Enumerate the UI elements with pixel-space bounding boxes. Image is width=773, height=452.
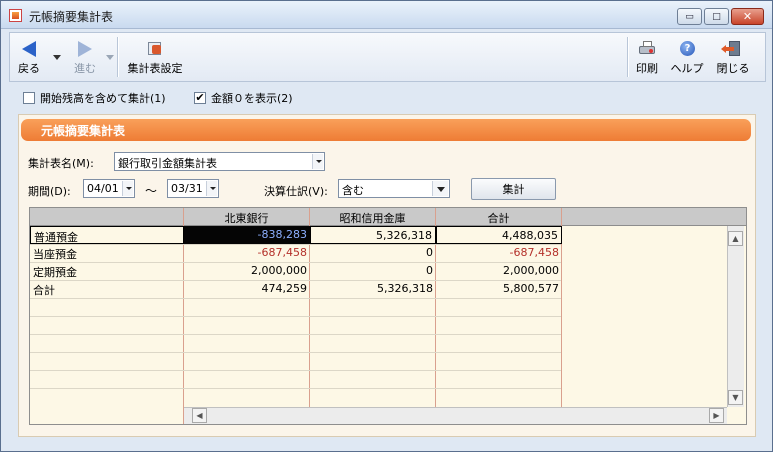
scroll-left-icon[interactable]: ◀ (192, 408, 207, 423)
close-label: 閉じる (716, 62, 750, 75)
close-window-button[interactable]: ✕ (731, 8, 764, 25)
checkmark-icon: ✔ (195, 91, 205, 104)
grid-cell[interactable]: 474,259 (184, 280, 310, 298)
help-button[interactable]: ? ヘルプ (666, 33, 708, 81)
scroll-down-icon[interactable]: ▼ (728, 390, 743, 405)
row-label[interactable]: 普通預金 (30, 226, 184, 244)
grid-cell[interactable]: 0 (310, 262, 436, 280)
summary-settings-label: 集計表設定 (127, 62, 183, 75)
period-to-value: 03/31 (171, 182, 203, 195)
column-header: 合計 (436, 208, 562, 226)
grid-cell[interactable]: -687,458 (184, 244, 310, 262)
scroll-up-icon[interactable]: ▲ (728, 231, 743, 246)
title-bar: 元帳摘要集計表 ▭ □ ✕ (1, 1, 772, 29)
back-history-dropdown-icon[interactable] (53, 55, 61, 60)
grid-cell[interactable]: 5,326,318 (310, 226, 436, 244)
show-zero-checkbox[interactable]: ✔ (194, 92, 206, 104)
grid-cell[interactable]: 2,000,000 (184, 262, 310, 280)
chevron-down-icon[interactable] (122, 181, 133, 196)
period-from-value: 04/01 (87, 182, 119, 195)
panel-header: 元帳摘要集計表 (21, 119, 751, 141)
help-icon: ? (678, 41, 696, 57)
row-label[interactable]: 合計 (30, 280, 184, 298)
print-button[interactable]: 印刷 (632, 33, 662, 81)
maximize-button[interactable]: □ (704, 8, 729, 25)
table-name-label: 集計表名(M): (28, 157, 94, 170)
window-title: 元帳摘要集計表 (29, 10, 114, 24)
include-opening-balance-checkbox[interactable] (23, 92, 35, 104)
include-opening-balance-option[interactable]: 開始残高を含めて集計(1) (23, 90, 166, 106)
grid-cell-selected[interactable]: -838,283 (184, 226, 310, 244)
help-label: ヘルプ (670, 62, 704, 75)
summary-settings-icon (146, 41, 164, 57)
grid-cell[interactable]: 5,326,318 (310, 280, 436, 298)
aggregate-button[interactable]: 集計 (471, 178, 556, 200)
column-header: 北東銀行 (184, 208, 310, 226)
app-icon (9, 9, 22, 22)
grid-cell[interactable]: -687,458 (436, 244, 562, 262)
scroll-right-icon[interactable]: ▶ (709, 408, 724, 423)
close-button[interactable]: 閉じる (712, 33, 754, 81)
table-name-value: 銀行取引金額集計表 (118, 157, 217, 170)
closing-entries-value: 含む (342, 184, 364, 197)
row-label[interactable]: 当座預金 (30, 244, 184, 262)
back-label: 戻る (18, 62, 40, 75)
vertical-scrollbar[interactable]: ▲ ▼ (727, 226, 744, 407)
row-label[interactable]: 定期預金 (30, 262, 184, 280)
chevron-down-icon[interactable] (312, 154, 323, 169)
show-zero-label: 金額０を表示(2) (211, 92, 293, 105)
chevron-down-icon[interactable] (206, 181, 217, 196)
grid-cell[interactable]: 5,800,577 (436, 280, 562, 298)
period-separator: ～ (145, 184, 158, 198)
horizontal-scrollbar[interactable]: ◀ ▶ (184, 407, 727, 424)
forward-button[interactable]: 進む (68, 33, 102, 81)
toolbar-separator (117, 37, 118, 77)
table-name-select[interactable]: 銀行取引金額集計表 (114, 152, 325, 171)
include-opening-balance-label: 開始残高を含めて集計(1) (40, 92, 166, 105)
grid-cell[interactable]: 0 (310, 244, 436, 262)
close-icon: ✕ (742, 10, 753, 23)
toolbar: 戻る 進む 集計表設定 印刷 ? ヘルプ 閉じる (9, 32, 766, 82)
app-window: 元帳摘要集計表 ▭ □ ✕ 戻る 進む 集計表設定 印刷 ? ヘルプ 閉じる 開… (0, 0, 773, 452)
summary-settings-button[interactable]: 集計表設定 (123, 33, 187, 81)
minimize-icon: ▭ (685, 11, 694, 22)
minimize-button[interactable]: ▭ (677, 8, 702, 25)
chevron-down-icon[interactable] (432, 181, 448, 196)
arrow-right-icon (76, 41, 94, 57)
back-button[interactable]: 戻る (12, 33, 46, 81)
period-label: 期間(D): (28, 185, 71, 198)
closing-entries-label: 決算仕訳(V): (264, 185, 328, 198)
period-to-input[interactable]: 03/31 (167, 179, 219, 198)
grid-cell[interactable]: 4,488,035 (436, 226, 562, 244)
grid-header: 北東銀行 昭和信用金庫 合計 (30, 208, 746, 226)
forward-label: 進む (74, 62, 96, 75)
grid-cell[interactable]: 2,000,000 (436, 262, 562, 280)
period-from-input[interactable]: 04/01 (83, 179, 135, 198)
forward-history-dropdown-icon[interactable] (106, 55, 114, 60)
closing-entries-select[interactable]: 含む (338, 179, 450, 198)
column-header: 昭和信用金庫 (310, 208, 436, 226)
print-label: 印刷 (636, 62, 658, 75)
arrow-left-icon (20, 41, 38, 57)
summary-grid[interactable]: 北東銀行 昭和信用金庫 合計 普通預金 -838,283 5,326,318 4… (29, 207, 747, 425)
printer-icon (638, 41, 656, 57)
maximize-icon: □ (712, 11, 721, 22)
aggregate-label: 集計 (502, 183, 525, 196)
show-zero-option[interactable]: ✔ 金額０を表示(2) (194, 90, 293, 106)
exit-icon (721, 41, 742, 57)
grid-corner-header (30, 208, 184, 226)
toolbar-separator (627, 37, 628, 77)
